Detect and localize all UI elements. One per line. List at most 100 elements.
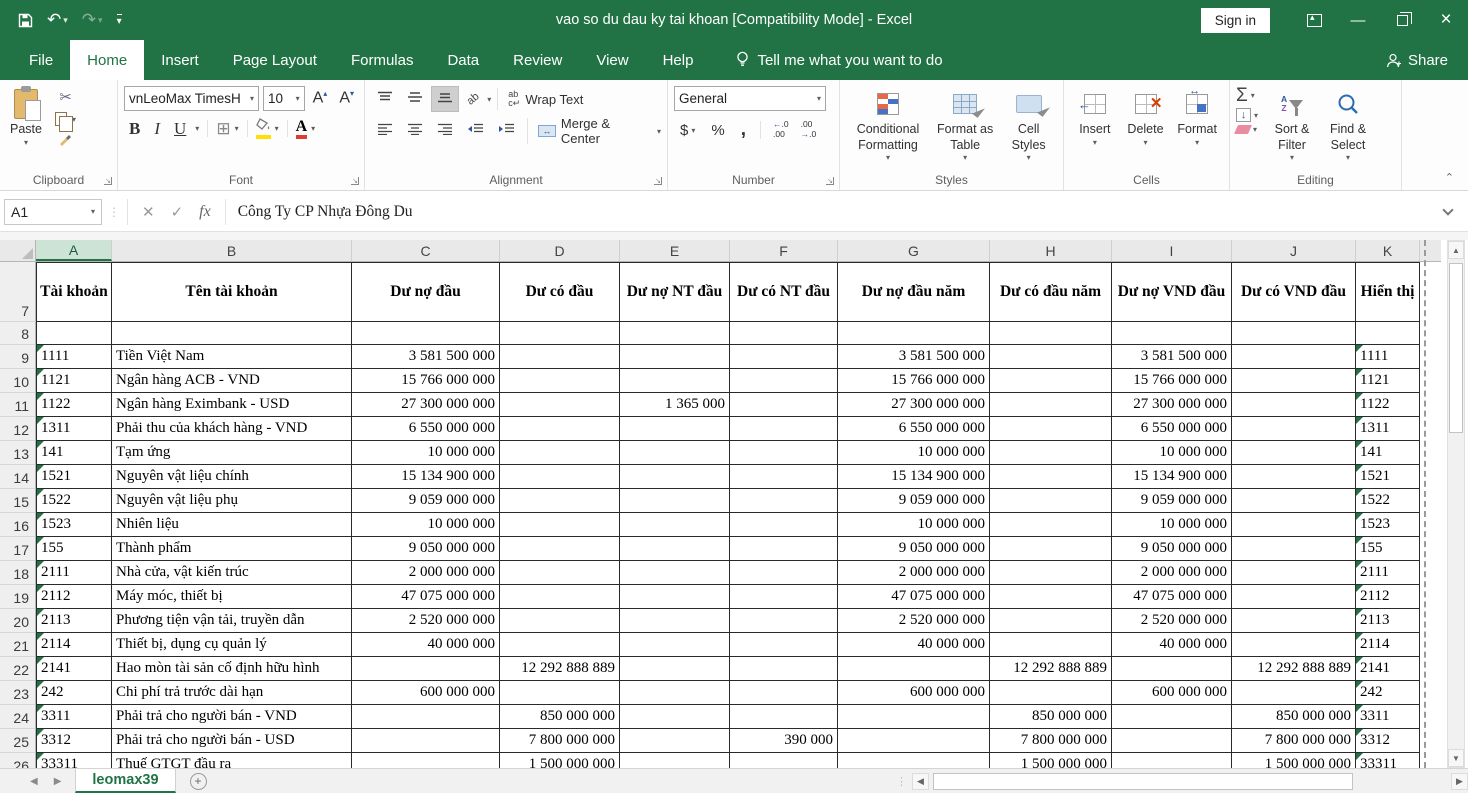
cell-A19[interactable]: 2112 (36, 585, 112, 609)
align-middle-button[interactable] (401, 86, 429, 112)
cell-C25[interactable] (352, 729, 500, 753)
cell-F15[interactable] (730, 489, 838, 513)
format-as-table-button[interactable]: Format as Table ▾ (930, 86, 1000, 166)
column-header-E[interactable]: E (620, 240, 730, 261)
cell-C10[interactable]: 15 766 000 000 (352, 369, 500, 393)
cell-E11[interactable]: 1 365 000 (620, 393, 730, 417)
cell-H20[interactable] (990, 609, 1112, 633)
cell-C20[interactable]: 2 520 000 000 (352, 609, 500, 633)
row-header-21[interactable]: 21 (0, 633, 36, 657)
cell-A16[interactable]: 1523 (36, 513, 112, 537)
cell-A18[interactable]: 2111 (36, 561, 112, 585)
cell-B8[interactable] (112, 322, 352, 345)
percent-style-button[interactable]: % (705, 122, 730, 139)
column-header-G[interactable]: G (838, 240, 990, 261)
cell-B12[interactable]: Phải thu của khách hàng - VND (112, 417, 352, 441)
tabbar-splitter[interactable]: ⋮ (896, 769, 912, 793)
cell-I14[interactable]: 15 134 900 000 (1112, 465, 1232, 489)
font-dialog-launcher[interactable] (351, 177, 359, 185)
select-all-corner[interactable] (0, 240, 36, 261)
cell-J8[interactable] (1232, 322, 1356, 345)
font-size-combo[interactable]: 10▾ (263, 86, 305, 111)
row-header-25[interactable]: 25 (0, 729, 36, 753)
cell-F10[interactable] (730, 369, 838, 393)
fill-color-dropdown[interactable]: ▾ (275, 124, 279, 133)
cell-E9[interactable] (620, 345, 730, 369)
borders-dropdown[interactable]: ▾ (235, 124, 239, 133)
cell-A22[interactable]: 2141 (36, 657, 112, 681)
cell-B7[interactable]: Tên tài khoản (112, 262, 352, 322)
cell-E25[interactable] (620, 729, 730, 753)
cell-B9[interactable]: Tiền Việt Nam (112, 345, 352, 369)
cell-D15[interactable] (500, 489, 620, 513)
cell-E17[interactable] (620, 537, 730, 561)
name-box[interactable]: A1▾ (4, 199, 102, 225)
cell-J23[interactable] (1232, 681, 1356, 705)
format-painter-button[interactable] (55, 130, 75, 148)
cell-D14[interactable] (500, 465, 620, 489)
cell-J21[interactable] (1232, 633, 1356, 657)
cell-H16[interactable] (990, 513, 1112, 537)
sign-in-button[interactable]: Sign in (1201, 8, 1270, 33)
cell-G25[interactable] (838, 729, 990, 753)
column-header-F[interactable]: F (730, 240, 838, 261)
cell-D12[interactable] (500, 417, 620, 441)
cell-C9[interactable]: 3 581 500 000 (352, 345, 500, 369)
save-icon[interactable] (18, 13, 33, 28)
cell-J19[interactable] (1232, 585, 1356, 609)
cell-J22[interactable]: 12 292 888 889 (1232, 657, 1356, 681)
cell-E8[interactable] (620, 322, 730, 345)
cell-K25[interactable]: 3312 (1356, 729, 1420, 753)
cell-F14[interactable] (730, 465, 838, 489)
row-header-17[interactable]: 17 (0, 537, 36, 561)
cell-A23[interactable]: 242 (36, 681, 112, 705)
cell-G18[interactable]: 2 000 000 000 (838, 561, 990, 585)
cell-F12[interactable] (730, 417, 838, 441)
font-name-combo[interactable]: vnLeoMax TimesH▾ (124, 86, 259, 111)
horizontal-scrollbar[interactable]: ◀ ▶ (912, 769, 1468, 793)
cell-A26[interactable]: 33311 (36, 753, 112, 768)
cell-H9[interactable] (990, 345, 1112, 369)
ribbon-tab-view[interactable]: View (579, 40, 645, 80)
cell-A20[interactable]: 2113 (36, 609, 112, 633)
delete-cells-button[interactable]: ✕ Delete ▾ (1120, 86, 1172, 151)
cell-A10[interactable]: 1121 (36, 369, 112, 393)
align-center-button[interactable] (401, 118, 429, 144)
cell-B24[interactable]: Phải trả cho người bán - VND (112, 705, 352, 729)
font-color-dropdown[interactable]: ▾ (311, 124, 315, 133)
copy-button[interactable]: ▾ (52, 110, 79, 128)
format-cells-button[interactable]: ↔ Format ▾ (1171, 86, 1223, 151)
cell-A8[interactable] (36, 322, 112, 345)
row-header-24[interactable]: 24 (0, 705, 36, 729)
row-header-14[interactable]: 14 (0, 465, 36, 489)
number-dialog-launcher[interactable] (826, 177, 834, 185)
cell-styles-button[interactable]: Cell Styles ▾ (1000, 86, 1057, 166)
cell-G14[interactable]: 15 134 900 000 (838, 465, 990, 489)
restore-button[interactable] (1380, 0, 1424, 40)
cell-G24[interactable] (838, 705, 990, 729)
cell-H7[interactable]: Dư có đầu năm (990, 262, 1112, 322)
bold-button[interactable]: B (124, 119, 145, 139)
cell-G15[interactable]: 9 059 000 000 (838, 489, 990, 513)
cell-E12[interactable] (620, 417, 730, 441)
cell-K17[interactable]: 155 (1356, 537, 1420, 561)
cell-I15[interactable]: 9 059 000 000 (1112, 489, 1232, 513)
cell-F16[interactable] (730, 513, 838, 537)
cell-E14[interactable] (620, 465, 730, 489)
cell-B11[interactable]: Ngân hàng Eximbank - USD (112, 393, 352, 417)
cell-J17[interactable] (1232, 537, 1356, 561)
accounting-format-button[interactable]: $ ▾ (674, 122, 701, 139)
cell-G11[interactable]: 27 300 000 000 (838, 393, 990, 417)
cell-F7[interactable]: Dư có NT đầu (730, 262, 838, 322)
collapse-ribbon-icon[interactable]: ⌃ (1445, 171, 1454, 184)
cell-J25[interactable]: 7 800 000 000 (1232, 729, 1356, 753)
cell-D26[interactable]: 1 500 000 000 (500, 753, 620, 768)
cell-H17[interactable] (990, 537, 1112, 561)
orientation-button[interactable]: ab (457, 84, 488, 115)
cell-K19[interactable]: 2112 (1356, 585, 1420, 609)
column-header-H[interactable]: H (990, 240, 1112, 261)
cell-G10[interactable]: 15 766 000 000 (838, 369, 990, 393)
cell-K14[interactable]: 1521 (1356, 465, 1420, 489)
cell-I20[interactable]: 2 520 000 000 (1112, 609, 1232, 633)
cell-K9[interactable]: 1111 (1356, 345, 1420, 369)
